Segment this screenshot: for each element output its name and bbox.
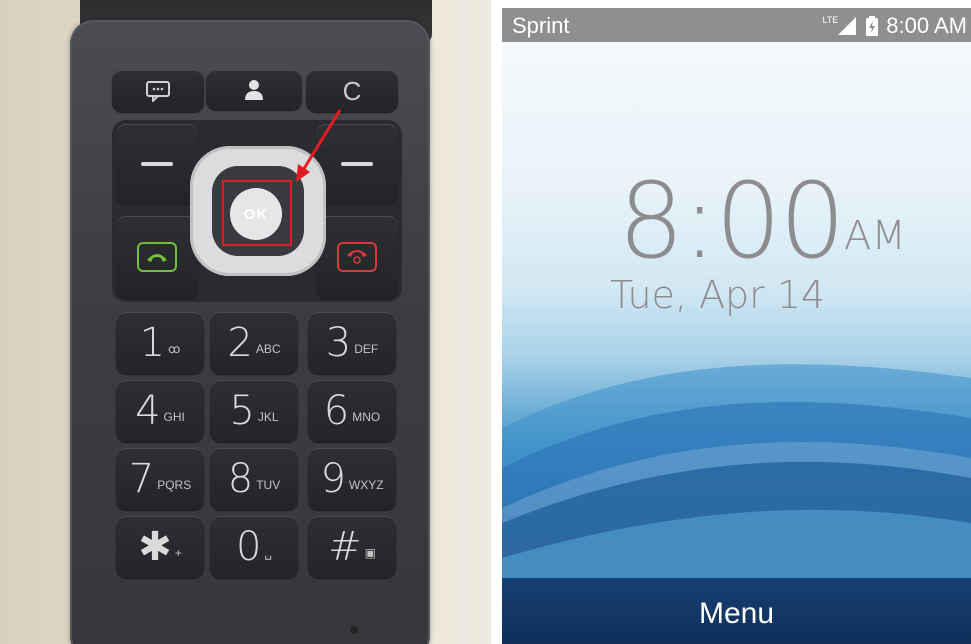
key-star[interactable]: ✱ + [116, 516, 204, 578]
key-star-digit: ✱ [138, 524, 172, 570]
call-key[interactable] [116, 216, 198, 298]
lock-date: Tue, Apr 14 [610, 273, 826, 317]
key-hash-letters: ▣ [364, 546, 376, 560]
key-1-letters: ꝏ [168, 342, 181, 356]
key-9-digit: 9 [320, 456, 346, 502]
key-3-digit: 3 [325, 320, 352, 366]
menu-bar[interactable]: Menu [502, 578, 971, 644]
network-type: LTE [822, 15, 839, 25]
key-7-letters: PQRS [157, 478, 192, 492]
key-4-letters: GHI [163, 410, 185, 424]
microphone-hole [350, 626, 358, 634]
key-hash-digit: # [328, 524, 362, 570]
carrier-name: Sprint [512, 13, 570, 38]
key-8[interactable]: 8 TUV [210, 448, 298, 510]
key-0-letters: ␣ [264, 546, 273, 560]
person-icon [245, 80, 263, 100]
lock-clock: 8:00 [618, 160, 846, 282]
pointer-arrow-icon [296, 109, 342, 182]
key-0-digit: 0 [235, 524, 262, 570]
key-hash[interactable]: # ▣ [308, 516, 396, 578]
key-1[interactable]: 1ꝏ [116, 312, 204, 374]
key-2[interactable]: 2 ABC [210, 312, 298, 374]
key-2-digit: 2 [227, 320, 253, 366]
key-2-letters: ABC [255, 342, 281, 356]
status-bar: Sprint LTE 8:00 AM [502, 8, 971, 42]
key-8-digit: 8 [227, 456, 254, 502]
key-4-digit: 4 [135, 388, 161, 434]
keypad-photo: C OK 1 ꝏ 2 ABC 3 DEF 4 GHI 5 JKL 6 MNO 7 PQRS 8 TUV 9 WXY… [0, 0, 491, 644]
key-0[interactable]: 0 ␣ [210, 516, 298, 578]
key-7[interactable]: 7 PQRS [116, 448, 204, 510]
key-3[interactable]: 3 DEF [308, 312, 396, 374]
lock-screen: Sprint LTE 8:00 AM 8:00 AM Tue, Apr 14 M… [502, 8, 971, 644]
key-7-digit: 7 [128, 456, 155, 502]
ok-highlight-box [222, 180, 292, 246]
key-3-letters: DEF [354, 342, 379, 356]
battery-icon [866, 16, 879, 36]
contacts-key[interactable] [206, 70, 302, 110]
status-time: 8:00 AM [886, 13, 967, 38]
key-5-digit: 5 [229, 388, 255, 434]
key-6-digit: 6 [323, 388, 350, 434]
key-6-letters: MNO [352, 410, 381, 424]
menu-label: Menu [698, 597, 775, 630]
key-8-letters: TUV [256, 478, 281, 492]
key-9[interactable]: 9 WXYZ [308, 448, 396, 510]
key-5-letters: JKL [257, 410, 279, 424]
left-soft-key[interactable] [116, 124, 198, 204]
wallpaper-waves [502, 364, 971, 608]
lock-ampm: AM [844, 213, 906, 259]
left-soft-key-line [141, 162, 173, 166]
status-indicators: LTE 8:00 AM [822, 13, 967, 39]
key-1-digit: 1 [139, 320, 166, 366]
message-key[interactable] [112, 70, 204, 112]
key-9-letters: WXYZ [348, 478, 384, 492]
call-icon [137, 242, 177, 272]
clear-key-label: C [342, 75, 362, 106]
signal-icon [838, 17, 857, 35]
key-5[interactable]: 5 JKL [210, 380, 298, 442]
key-4[interactable]: 4 GHI [116, 380, 204, 442]
end-call-icon [337, 242, 377, 272]
message-icon [146, 81, 170, 102]
end-key[interactable] [316, 216, 398, 298]
key-6[interactable]: 6 MNO [308, 380, 396, 442]
key-star-letters: + [174, 546, 182, 560]
